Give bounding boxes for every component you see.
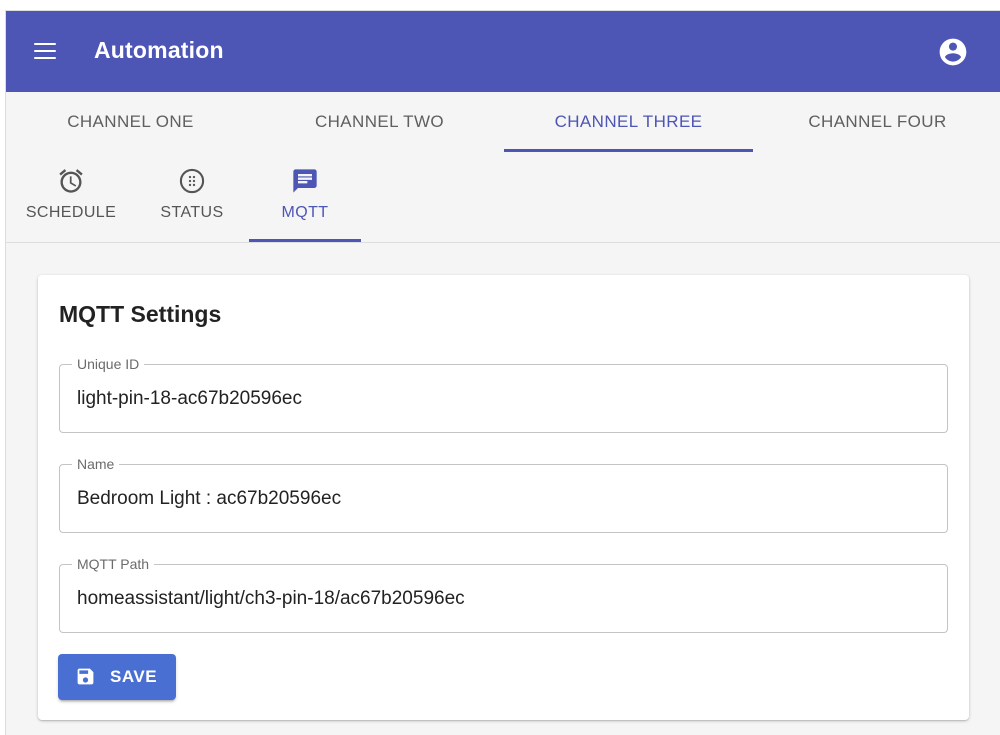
menu-icon (34, 50, 56, 53)
menu-icon (34, 57, 56, 60)
app-bar: Automation (6, 11, 1000, 92)
tab-mqtt-label: MQTT (281, 204, 329, 221)
save-button[interactable]: SAVE (58, 654, 176, 700)
tab-channel-three[interactable]: CHANNEL THREE (504, 92, 753, 152)
tab-status-label: STATUS (160, 204, 224, 221)
mqtt-path-input[interactable] (77, 565, 937, 632)
channel-tabs: CHANNEL ONE CHANNEL TWO CHANNEL THREE CH… (6, 92, 1000, 152)
floppy-disk-icon (77, 668, 94, 685)
tab-schedule-label: SCHEDULE (25, 204, 117, 221)
status-dots-icon (179, 168, 205, 194)
unique-id-input[interactable] (77, 365, 937, 432)
app-title: Automation (94, 37, 224, 63)
section-tabs: SCHEDULE STATUS MQTT (6, 152, 1000, 243)
name-field: Name (59, 455, 948, 533)
alarm-clock-icon (59, 169, 83, 193)
active-section-indicator (249, 239, 361, 242)
tab-mqtt[interactable]: MQTT (249, 152, 361, 240)
mqtt-path-field: MQTT Path (59, 555, 948, 633)
mqtt-settings-card: MQTT Settings Unique ID Name MQTT Path S… (38, 275, 969, 720)
message-icon (293, 169, 317, 193)
menu-icon (34, 43, 56, 46)
name-input[interactable] (77, 465, 937, 532)
tab-channel-four[interactable]: CHANNEL FOUR (753, 92, 1000, 152)
account-circle-icon (939, 38, 967, 66)
app-window: Automation CHANNEL ONE CHANNEL TWO CHANN… (5, 10, 1000, 735)
tab-channel-one[interactable]: CHANNEL ONE (6, 92, 255, 152)
save-button-label: SAVE (110, 667, 158, 686)
unique-id-field: Unique ID (59, 355, 948, 433)
tab-status[interactable]: STATUS (146, 152, 238, 240)
tab-schedule[interactable]: SCHEDULE (20, 152, 122, 240)
card-title: MQTT Settings (59, 301, 222, 327)
tab-channel-two[interactable]: CHANNEL TWO (255, 92, 504, 152)
menu-button[interactable] (27, 33, 63, 69)
account-button[interactable] (937, 36, 969, 68)
